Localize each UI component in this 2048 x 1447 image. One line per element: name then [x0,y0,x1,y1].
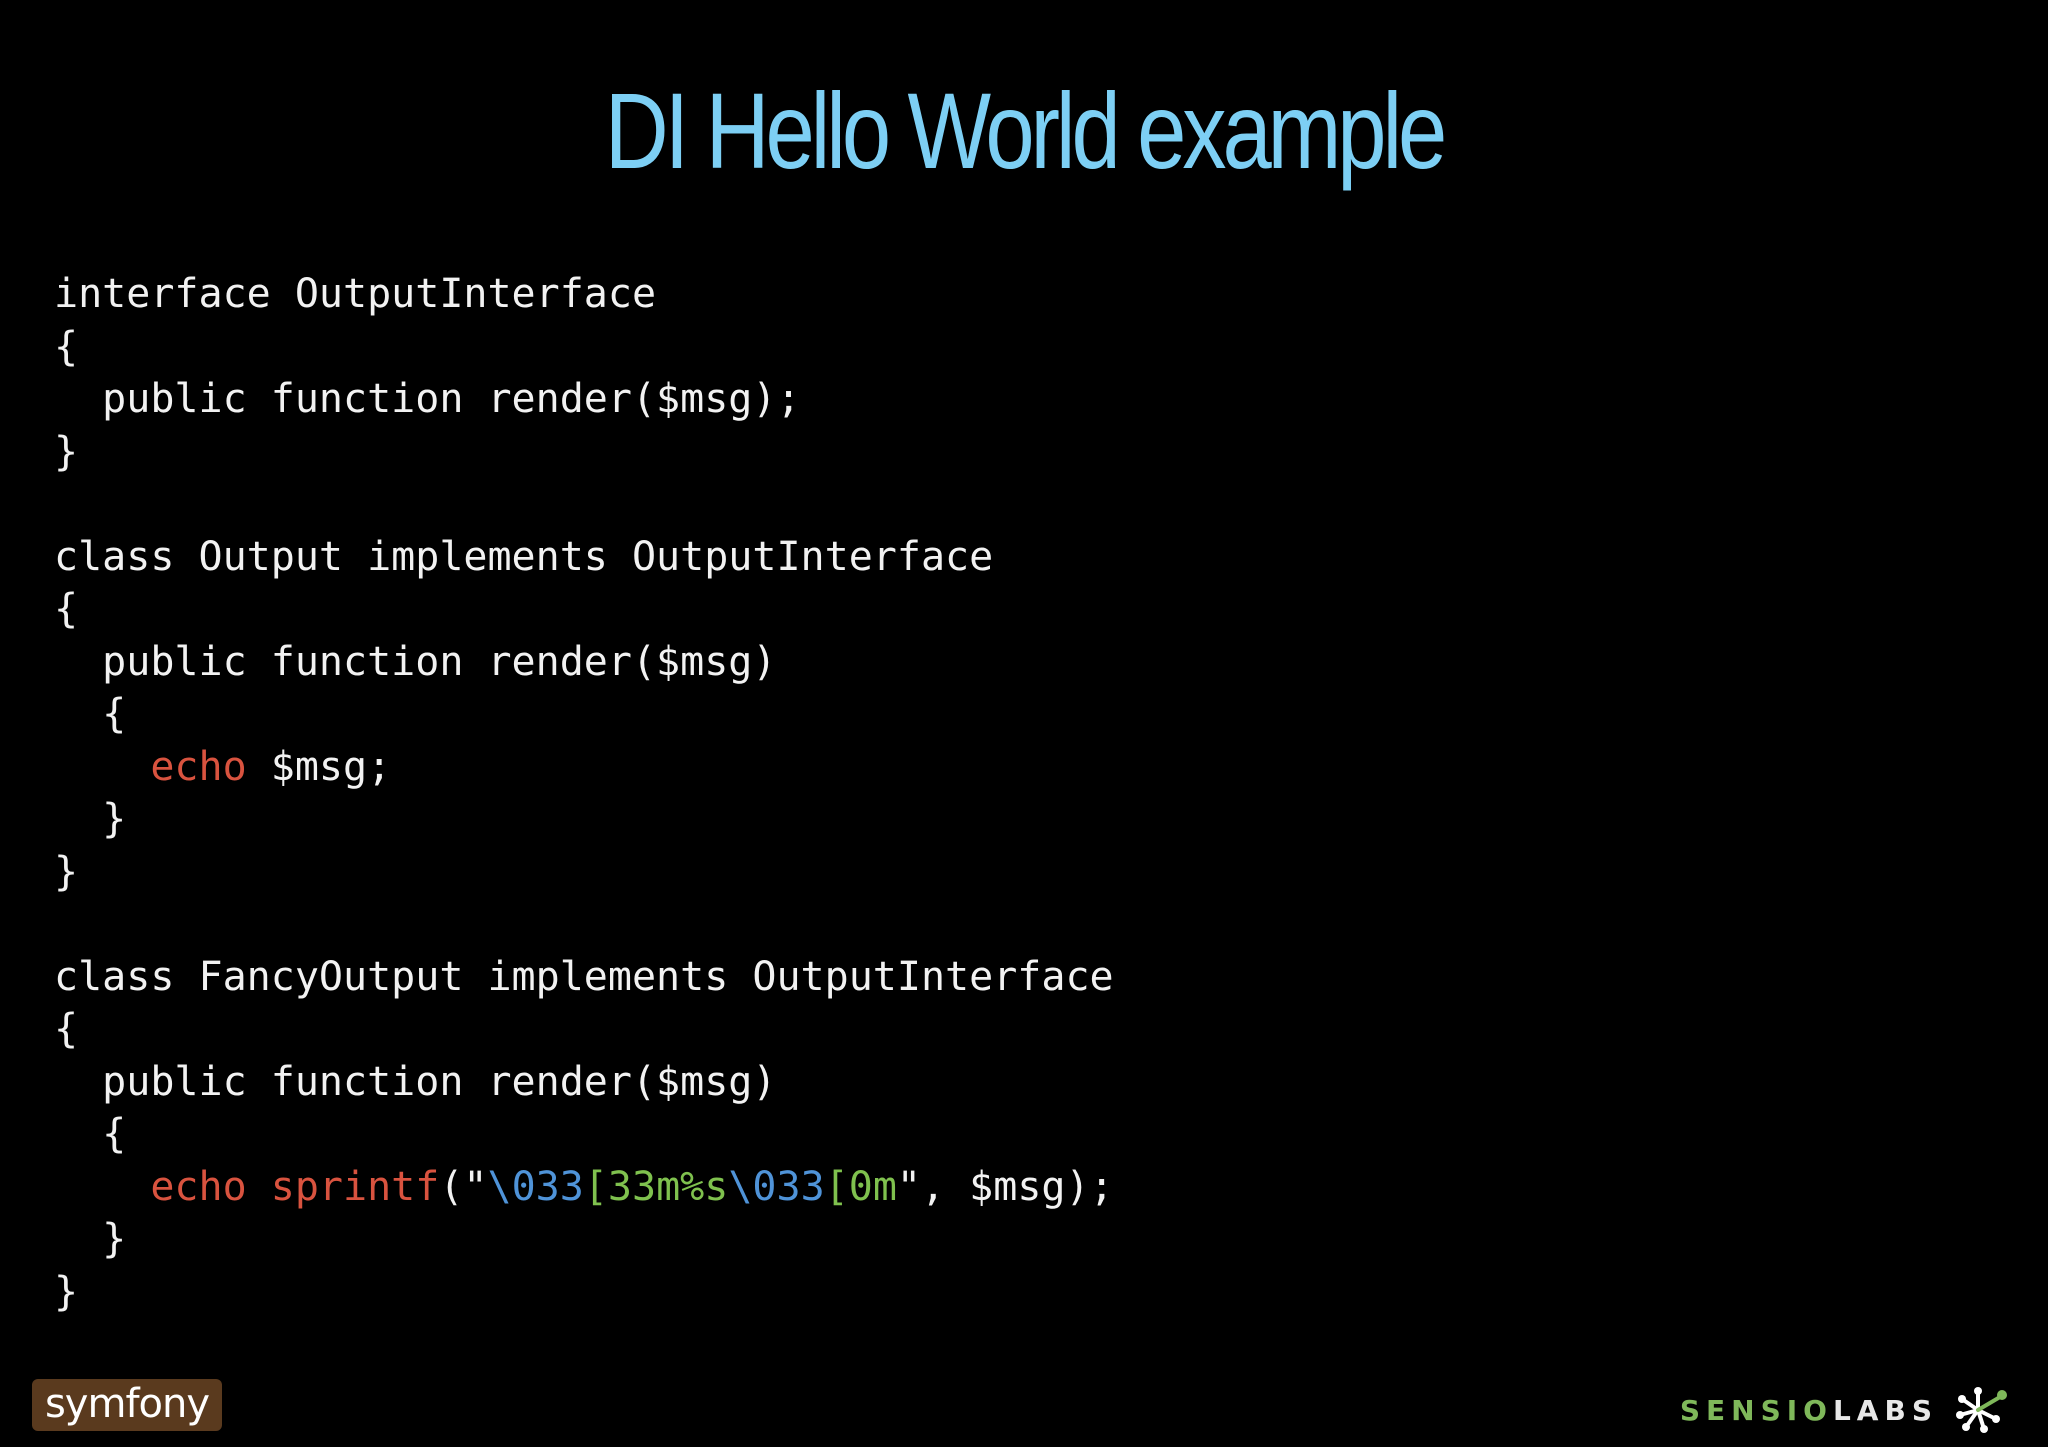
code-token: } [54,1268,79,1315]
code-line: public function render($msg) [54,636,1114,689]
code-line: class Output implements OutputInterface [54,531,1114,584]
symfony-logo: symfony [32,1379,222,1431]
slide-title: DI Hello World example [604,70,1447,191]
code-token: } [54,1216,127,1262]
code-token: echo [150,1163,247,1210]
code-token: { [54,586,79,632]
code-token: class FancyOutput implements OutputInter… [54,953,1114,1000]
code-token: public function render($msg) [54,638,777,685]
code-token: [0m [824,1163,897,1210]
code-token: } [54,848,79,895]
code-line: } [54,426,1114,479]
code-token: echo [150,743,247,790]
code-token: { [54,323,79,370]
code-token: $msg; [246,743,392,790]
code-line: public function render($msg) [54,1056,1114,1109]
symfony-logo-text: symfony [44,1381,210,1427]
code-token: public function render($msg) [54,1058,777,1105]
code-token: (" [439,1163,488,1210]
code-line: } [54,793,1114,846]
code-line: } [54,1213,1114,1266]
code-token: interface OutputInterface [54,271,657,317]
code-token: public function render($msg); [54,376,801,422]
code-token: class Output implements OutputInterface [54,533,994,580]
code-token: { [54,1006,79,1052]
sensiolabs-logo-part2: LABS [1832,1393,1938,1427]
code-token: sprintf [270,1163,440,1210]
code-line: { [54,321,1114,374]
code-line: { [54,1108,1114,1161]
code-line: echo $msg; [54,741,1114,794]
code-token: \033 [487,1163,584,1210]
code-line: class FancyOutput implements OutputInter… [54,951,1114,1004]
code-token: } [54,428,79,475]
code-token: } [54,796,127,842]
slide: DI Hello World example interface OutputI… [0,0,2048,1447]
code-line: echo sprintf("\033[33m%s\033[0m", $msg); [54,1161,1114,1214]
sensiolabs-logo: SENSIOLABS [1680,1385,2012,1435]
code-block: interface OutputInterface { public functi… [54,268,1114,1318]
code-line: } [54,846,1114,899]
code-line: { [54,688,1114,741]
code-line: interface OutputInterface [54,268,1114,321]
code-token: { [54,1111,127,1157]
sensiolabs-logo-text: SENSIOLABS [1680,1394,1938,1427]
sensiolabs-burst-icon [1956,1387,2007,1433]
code-token: [33m%s [583,1163,729,1210]
code-token: { [54,691,127,737]
code-token: ", $msg); [896,1163,1114,1210]
code-line: { [54,583,1114,636]
code-line: { [54,1003,1114,1056]
code-token: \033 [728,1163,825,1210]
sensiolabs-logo-part1: SENSIO [1679,1393,1833,1427]
code-line: public function render($msg); [54,373,1114,426]
code-line: } [54,1266,1114,1319]
